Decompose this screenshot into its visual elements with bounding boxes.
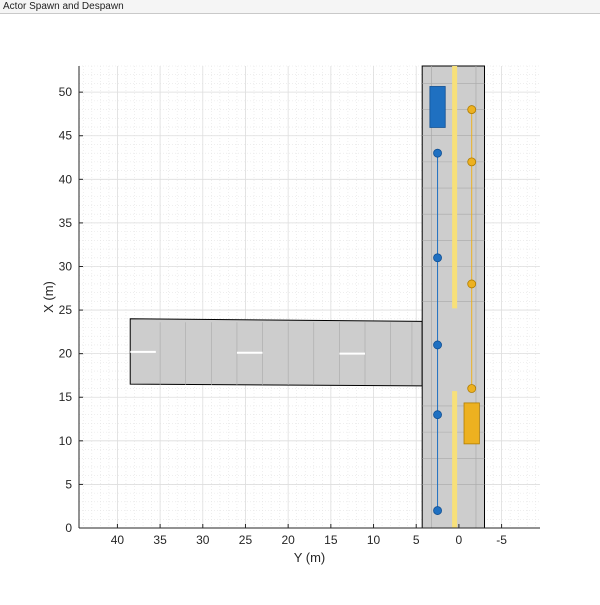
- y-tick-label: 15: [59, 390, 73, 404]
- blue-vehicle-waypoint: [433, 340, 442, 350]
- y-tick-label: 50: [59, 85, 73, 99]
- y-tick-label: 0: [65, 521, 72, 535]
- x-tick-label: 0: [456, 533, 463, 547]
- blue-vehicle-waypoint: [433, 506, 442, 515]
- x-tick-label: 30: [196, 533, 210, 547]
- y-tick-label: 20: [59, 347, 73, 361]
- yellow-vehicle-waypoint: [467, 384, 477, 393]
- yellow-vehicle-waypoint: [467, 157, 477, 167]
- y-tick-label: 10: [59, 434, 73, 448]
- yellow-vehicle-waypoint: [467, 279, 477, 289]
- scenario-plot[interactable]: 40 35 30 25 20 15 10 5 0 -505101520253035404550Y …: [0, 14, 600, 600]
- y-tick-label: 25: [59, 303, 73, 317]
- blue-vehicle: [429, 86, 446, 128]
- y-tick-label: 35: [59, 216, 73, 230]
- y-tick-label: 45: [59, 129, 73, 143]
- figure-window: Actor Spawn and Despawn 40 35 30 25 20 15 10 5 0…: [0, 0, 600, 600]
- y-tick-label: 40: [59, 172, 73, 186]
- x-tick-label: 10: [367, 533, 381, 547]
- x-tick-label: 25: [239, 533, 253, 547]
- y-axis-label: X (m): [41, 281, 56, 313]
- window-title: Actor Spawn and Despawn: [3, 1, 124, 12]
- x-tick-label: 5: [413, 533, 420, 547]
- blue-vehicle-waypoint: [433, 253, 442, 263]
- blue-vehicle-waypoint: [433, 148, 442, 158]
- y-tick-label: 30: [59, 259, 73, 273]
- x-tick-label: -5: [496, 533, 507, 547]
- blue-vehicle-waypoint: [433, 410, 442, 420]
- yellow-vehicle: [463, 402, 480, 445]
- y-tick-label: 5: [65, 477, 72, 491]
- x-tick-label: 20: [281, 533, 295, 547]
- x-tick-label: 15: [324, 533, 338, 547]
- side-road: [129, 318, 423, 387]
- x-tick-label: 40: [111, 533, 125, 547]
- figure-canvas: 40 35 30 25 20 15 10 5 0 -5 0 5 10 15 20 25 30 35 40 45 50 Y …: [0, 14, 600, 600]
- window-title-bar[interactable]: Actor Spawn and Despawn: [0, 0, 600, 14]
- yellow-vehicle-waypoint: [467, 105, 477, 114]
- x-tick-label: 35: [153, 533, 167, 547]
- x-axis-label: Y (m): [294, 550, 326, 565]
